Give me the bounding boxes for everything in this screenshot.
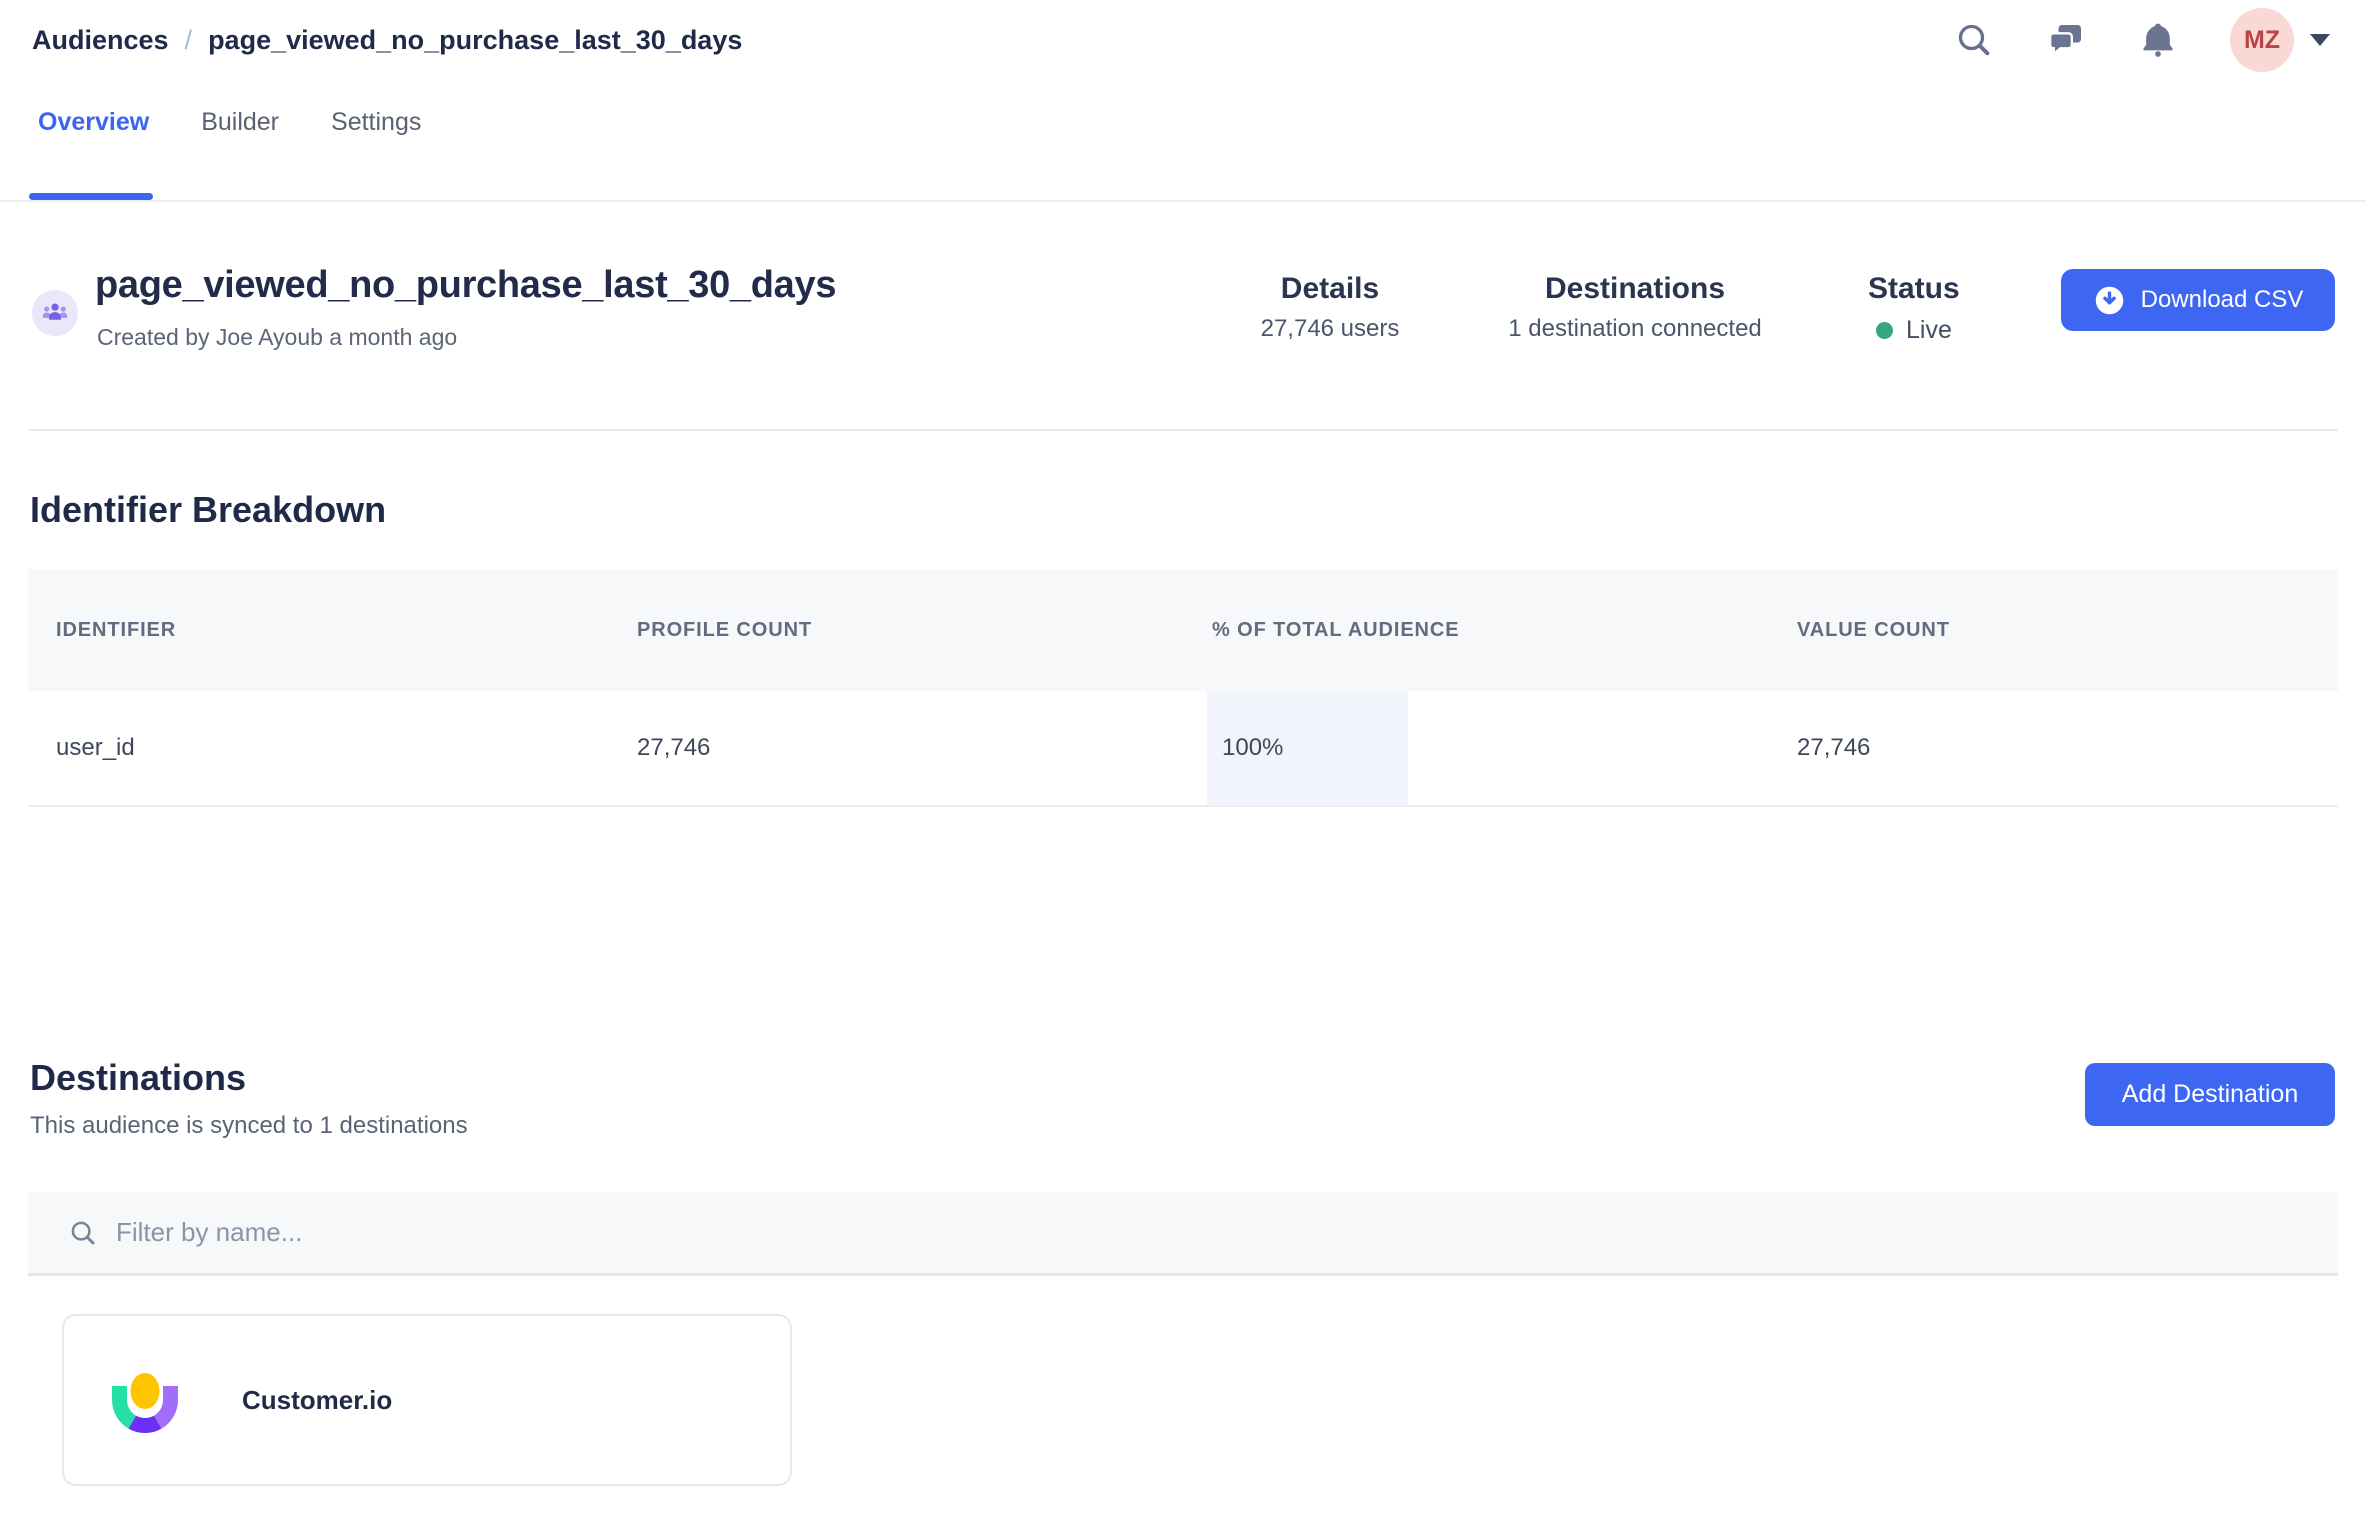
stat-status: Status Live <box>1868 272 2008 345</box>
destination-name: Customer.io <box>242 1385 392 1416</box>
filter-by-name-input[interactable] <box>116 1217 816 1248</box>
destination-filter-bar <box>28 1192 2338 1276</box>
download-csv-label: Download CSV <box>2141 286 2304 314</box>
stat-destinations: Destinations 1 destination connected <box>1490 272 1780 343</box>
page-title: page_viewed_no_purchase_last_30_days <box>95 264 836 307</box>
column-header-profile-count: PROFILE COUNT <box>609 619 1184 642</box>
details-label: Details <box>1240 272 1420 306</box>
cell-value-count: 27,746 <box>1769 734 2338 762</box>
download-icon <box>2093 284 2126 317</box>
identifier-breakdown-heading: Identifier Breakdown <box>30 489 2366 531</box>
caret-down-icon[interactable] <box>2310 34 2330 46</box>
audience-header: page_viewed_no_purchase_last_30_days Cre… <box>0 202 2366 431</box>
breadcrumb-audiences-link[interactable]: Audiences <box>32 25 169 56</box>
cell-identifier: user_id <box>28 734 609 762</box>
details-value: 27,746 users <box>1240 315 1420 343</box>
cell-pct-of-total: 100% <box>1184 691 1769 805</box>
filter-search-icon <box>68 1218 98 1248</box>
tab-builder[interactable]: Builder <box>201 108 279 200</box>
destination-card-customerio[interactable]: Customer.io <box>62 1314 792 1486</box>
destinations-heading: Destinations <box>30 1057 2366 1099</box>
status-line: Live <box>1868 316 2008 345</box>
customerio-logo-icon <box>112 1367 178 1433</box>
status-live-dot <box>1876 322 1893 339</box>
stat-details: Details 27,746 users <box>1240 272 1420 343</box>
column-header-identifier: IDENTIFIER <box>28 619 609 642</box>
status-badge: Live <box>1906 316 1952 345</box>
tab-overview[interactable]: Overview <box>38 108 149 200</box>
breadcrumb: Audiences / page_viewed_no_purchase_last… <box>32 25 742 56</box>
audience-overview-page: Audiences / page_viewed_no_purchase_last… <box>0 0 2366 1516</box>
download-csv-button[interactable]: Download CSV <box>2061 269 2335 331</box>
breadcrumb-separator: / <box>185 25 193 56</box>
account-menu: MZ <box>2230 8 2330 72</box>
search-icon[interactable] <box>1954 20 1994 60</box>
destinations-section-header: Destinations This audience is synced to … <box>0 1057 2366 1140</box>
status-label: Status <box>1868 272 2008 306</box>
audience-icon <box>32 290 78 336</box>
bell-icon[interactable] <box>2138 20 2178 60</box>
breadcrumb-current-page: page_viewed_no_purchase_last_30_days <box>208 25 742 56</box>
table-row: user_id 27,746 100% 27,746 <box>28 691 2338 807</box>
column-header-pct-of-total: % OF TOTAL AUDIENCE <box>1184 619 1769 642</box>
tab-settings[interactable]: Settings <box>331 108 421 200</box>
chat-icon[interactable] <box>2046 20 2086 60</box>
destinations-label: Destinations <box>1490 272 1780 306</box>
top-bar: Audiences / page_viewed_no_purchase_last… <box>0 0 2366 80</box>
cell-profile-count: 27,746 <box>609 734 1184 762</box>
tab-bar: Overview Builder Settings <box>0 80 2366 202</box>
avatar[interactable]: MZ <box>2230 8 2294 72</box>
destinations-subtitle: This audience is synced to 1 destination… <box>30 1112 2366 1140</box>
identifier-breakdown-table: IDENTIFIER PROFILE COUNT % OF TOTAL AUDI… <box>28 569 2338 807</box>
destinations-value: 1 destination connected <box>1490 315 1780 343</box>
pct-of-total-value: 100% <box>1222 734 1283 762</box>
created-by-text: Created by Joe Ayoub a month ago <box>97 324 457 351</box>
topbar-actions: MZ <box>1954 8 2330 72</box>
table-header-row: IDENTIFIER PROFILE COUNT % OF TOTAL AUDI… <box>28 569 2338 691</box>
add-destination-button[interactable]: Add Destination <box>2085 1063 2335 1126</box>
column-header-value-count: VALUE COUNT <box>1769 619 2338 642</box>
